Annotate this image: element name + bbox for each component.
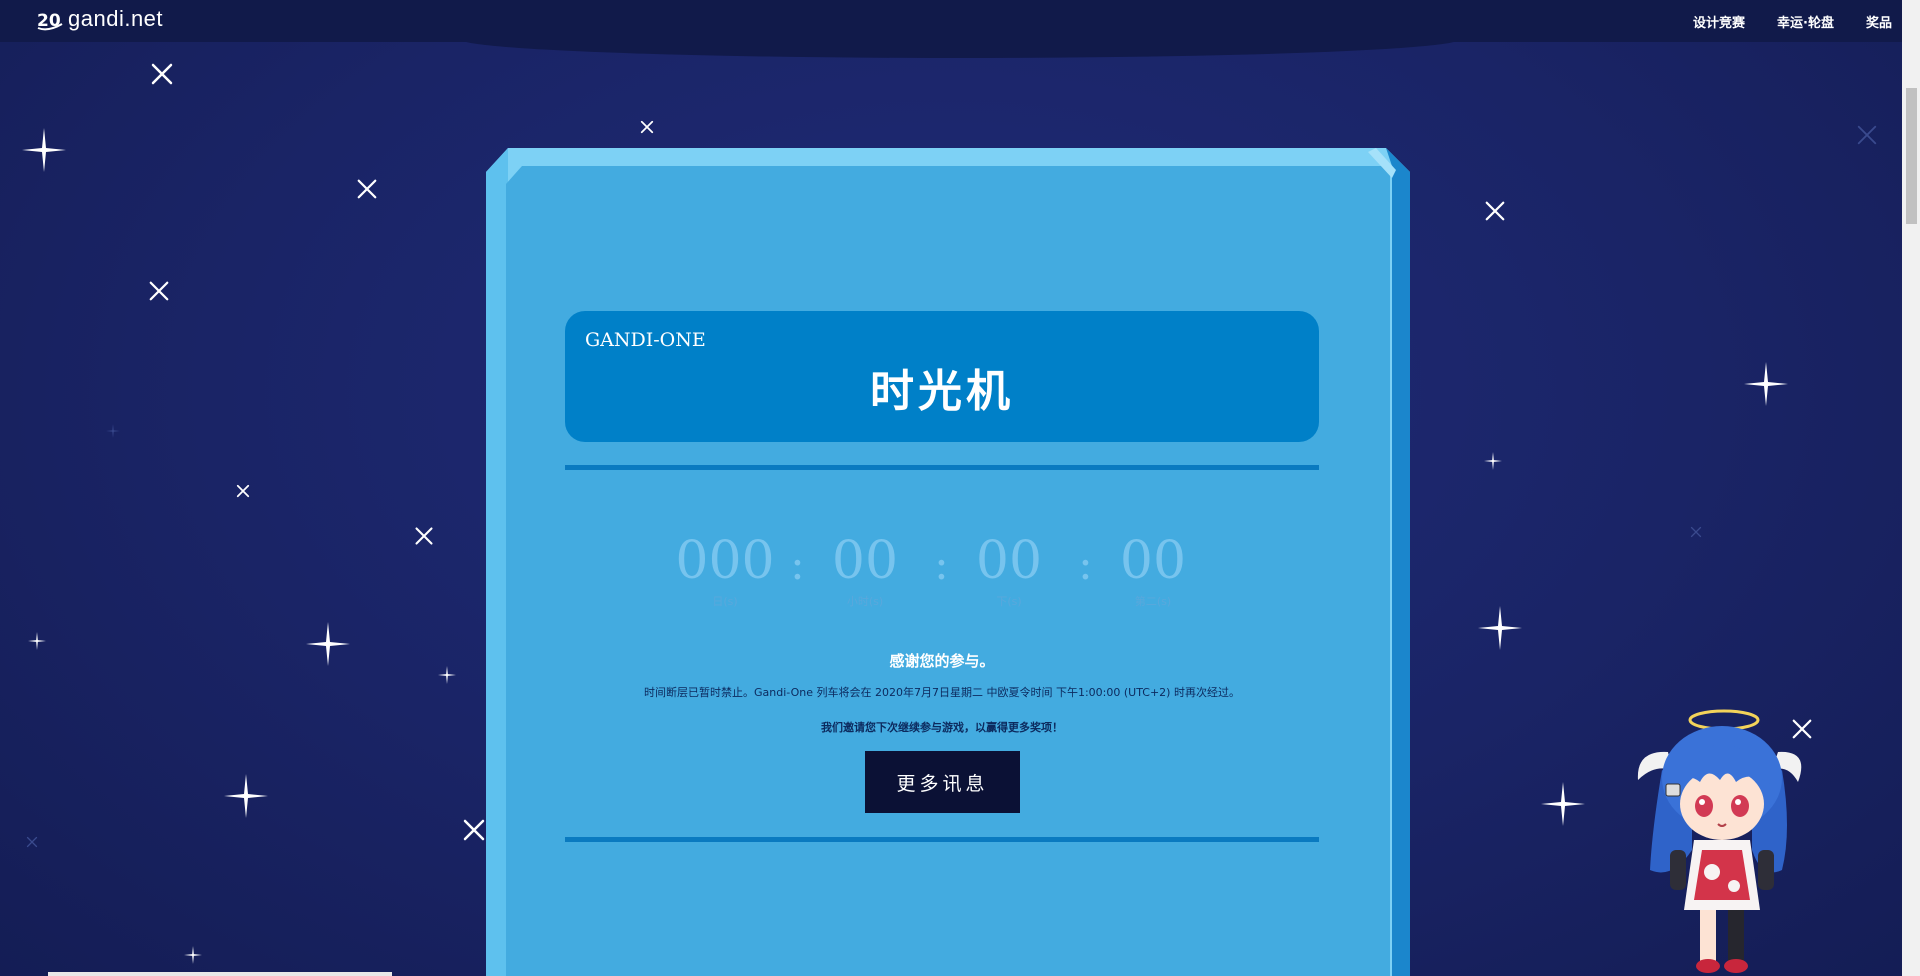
countdown-days: 000 日(s) — [660, 535, 790, 609]
countdown-hours-value: 00 — [831, 531, 899, 591]
main-nav: 设计竞赛 幸运·轮盘 奖品 — [1693, 12, 1892, 31]
gandi-20-icon: 20 — [37, 11, 63, 31]
star-icon — [26, 836, 38, 848]
bottom-divider — [565, 837, 1319, 842]
countdown-days-value: 000 — [675, 531, 775, 591]
header-curve — [460, 20, 1460, 58]
star-icon — [236, 484, 250, 498]
star-icon — [22, 128, 66, 172]
gandi-logo[interactable]: 20 gandi.net — [36, 6, 163, 32]
star-icon — [306, 622, 350, 666]
title-box: GANDI-ONE 时光机 — [565, 311, 1319, 442]
mascot-character[interactable] — [1632, 700, 1802, 976]
star-icon — [1541, 782, 1585, 826]
thanks-message: 感谢您的参与。 — [889, 652, 995, 670]
star-icon — [640, 120, 654, 134]
nav-prizes[interactable]: 奖品 — [1866, 12, 1892, 31]
countdown-separator: : — [790, 539, 805, 590]
star-icon — [1744, 362, 1788, 406]
invite-message: 我们邀请您下次继续参与游戏，以赢得更多奖项！ — [821, 721, 1063, 734]
star-icon — [106, 424, 120, 438]
star-icon — [415, 527, 433, 545]
star-icon — [1478, 606, 1522, 650]
countdown-minutes-label: 下(s) — [996, 595, 1022, 608]
horizontal-scroll-indicator — [48, 972, 392, 976]
star-icon — [357, 179, 377, 199]
countdown-seconds-value: 00 — [1119, 531, 1187, 591]
countdown-separator: : — [934, 539, 949, 590]
countdown-hours: 00 小时(s) — [820, 535, 910, 609]
star-icon — [149, 281, 169, 301]
star-icon — [1485, 201, 1505, 221]
star-icon — [1484, 452, 1502, 470]
countdown-separator: : — [1078, 539, 1093, 590]
star-icon — [1690, 526, 1702, 538]
page-title: 时光机 — [870, 366, 1014, 417]
star-icon — [151, 63, 173, 85]
countdown-timer: 000 日(s) : 00 小时(s) : 00 下(s) : 00 第二(s) — [660, 535, 1220, 625]
vertical-scrollbar[interactable] — [1902, 0, 1920, 976]
nav-design-contest[interactable]: 设计竞赛 — [1693, 12, 1745, 31]
countdown-seconds-label: 第二(s) — [1134, 595, 1172, 608]
next-departure-info: 时间断层已暂时禁止。Gandi-One 列车将会在 2020年7月7日星期二 中… — [644, 686, 1240, 699]
logo-text: gandi.net — [68, 6, 164, 31]
subtitle: GANDI-ONE — [585, 329, 706, 351]
more-info-button[interactable]: 更多讯息 — [865, 751, 1020, 813]
countdown-hours-label: 小时(s) — [846, 595, 884, 608]
star-icon — [224, 774, 268, 818]
nav-lucky-wheel[interactable]: 幸运·轮盘 — [1777, 12, 1834, 31]
countdown-days-label: 日(s) — [712, 595, 738, 608]
star-icon — [184, 946, 202, 964]
countdown-minutes-value: 00 — [975, 531, 1043, 591]
top-divider — [565, 465, 1319, 470]
star-icon — [28, 632, 46, 650]
countdown-seconds: 00 第二(s) — [1108, 535, 1198, 609]
star-icon — [463, 819, 485, 841]
star-icon — [438, 666, 456, 684]
star-icon — [1857, 125, 1877, 145]
countdown-minutes: 00 下(s) — [964, 535, 1054, 609]
scrollbar-thumb[interactable] — [1906, 88, 1917, 224]
